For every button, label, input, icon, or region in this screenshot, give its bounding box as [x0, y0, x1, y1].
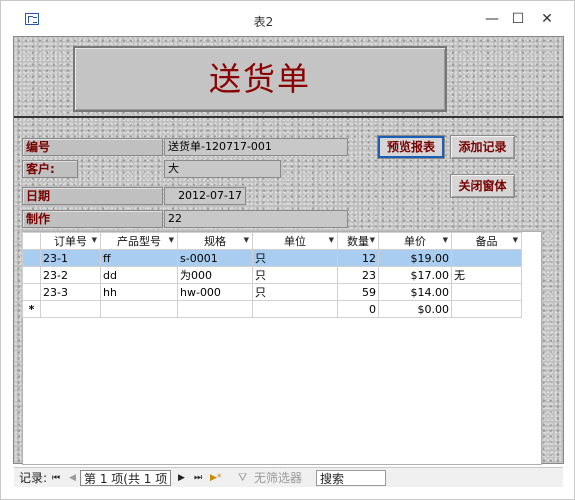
chevron-down-icon: ▼ [512, 236, 518, 244]
qty-cell[interactable]: 59 [337, 283, 379, 301]
maximize-button[interactable]: ☐ [509, 10, 527, 28]
model-cell[interactable]: ff [100, 249, 178, 267]
spare-cell[interactable] [451, 300, 522, 318]
spare-cell[interactable] [451, 283, 522, 301]
window-title: 表2 [253, 15, 274, 29]
column-header[interactable]: 规格 ▼ [177, 232, 253, 250]
spare-cell[interactable]: 无 [451, 266, 522, 284]
add-record-button[interactable]: 添加记录 [450, 135, 515, 159]
row-selector[interactable] [22, 266, 41, 284]
customer-field[interactable]: 大 [164, 160, 281, 178]
close-button[interactable]: ✕ [538, 10, 556, 28]
chevron-down-icon: ▼ [369, 236, 375, 244]
record-navigation-bar: 记录: ⏮ ◀ 第 1 项(共 1 项 ▶ ⏭ ▶* ⛛ 无筛选器 搜索 [14, 467, 563, 487]
chevron-down-icon: ▼ [328, 236, 334, 244]
last-record-icon[interactable]: ⏭ [194, 470, 202, 486]
column-header[interactable]: 单位 ▼ [252, 232, 338, 250]
unit-cell[interactable] [252, 300, 338, 318]
first-record-icon[interactable]: ⏮ [52, 470, 60, 486]
price-cell[interactable]: $0.00 [378, 300, 452, 318]
previous-record-icon[interactable]: ◀ [69, 470, 76, 486]
order-cell[interactable]: 23-2 [40, 266, 101, 284]
date-field[interactable]: 2012-07-17 [164, 187, 246, 205]
chevron-down-icon: ▼ [168, 236, 174, 244]
customer-label: 客户: [22, 160, 78, 178]
maker-field[interactable]: 22 [164, 210, 348, 228]
unit-cell[interactable]: 只 [252, 283, 338, 301]
model-cell[interactable]: dd [100, 266, 178, 284]
form-header: 送货单 [73, 46, 447, 112]
form-title: 送货单 [208, 60, 311, 98]
model-cell[interactable]: hh [100, 283, 178, 301]
next-record-icon[interactable]: ▶ [178, 470, 185, 486]
row-selector[interactable] [22, 249, 41, 267]
spec-cell[interactable]: 为000 [177, 266, 253, 284]
header-divider [14, 116, 563, 118]
order-cell[interactable]: 23-1 [40, 249, 101, 267]
price-cell[interactable]: $17.00 [378, 266, 452, 284]
select-all-cell[interactable] [22, 232, 41, 250]
spec-cell[interactable]: hw-000 [177, 283, 253, 301]
qty-cell[interactable]: 0 [337, 300, 379, 318]
number-label: 编号 [22, 138, 163, 156]
title-bar: 表2 — ☐ ✕ [1, 1, 573, 33]
row-selector[interactable] [22, 283, 41, 301]
no-filter-button[interactable]: 无筛选器 [254, 470, 302, 486]
maker-label: 制作 [22, 210, 163, 228]
column-header[interactable]: 备品 ▼ [451, 232, 522, 250]
qty-cell[interactable]: 12 [337, 249, 379, 267]
search-input[interactable]: 搜索 [316, 470, 386, 486]
number-field[interactable]: 送货单-120717-001 [164, 138, 348, 156]
chevron-down-icon: ▼ [91, 236, 97, 244]
spec-cell[interactable] [177, 300, 253, 318]
unit-cell[interactable]: 只 [252, 266, 338, 284]
new-record-row[interactable]: * 0 $0.00 [22, 300, 522, 318]
minimize-button[interactable]: — [483, 10, 501, 28]
new-record-icon[interactable]: ▶* [210, 470, 221, 486]
order-table: 订单号 ▼ 产品型号 ▼ 规格 ▼ 单位 ▼ 数量 ▼ 单价 ▼ 备品 ▼ 23-1 ff s… [22, 232, 522, 318]
column-header[interactable]: 数量 ▼ [337, 232, 379, 250]
chevron-down-icon: ▼ [243, 236, 249, 244]
close-form-button[interactable]: 关闭窗体 [450, 174, 515, 198]
date-label: 日期 [22, 187, 163, 205]
price-cell[interactable]: $19.00 [378, 249, 452, 267]
chevron-down-icon: ▼ [442, 236, 448, 244]
table-row[interactable]: 23-2 dd 为000 只 23 $17.00 无 [22, 266, 522, 284]
column-header[interactable]: 单价 ▼ [378, 232, 452, 250]
table-row[interactable]: 23-3 hh hw-000 只 59 $14.00 [22, 283, 522, 301]
spec-cell[interactable]: s-0001 [177, 249, 253, 267]
qty-cell[interactable]: 23 [337, 266, 379, 284]
column-header[interactable]: 产品型号 ▼ [100, 232, 178, 250]
spare-cell[interactable] [451, 249, 522, 267]
filter-icon[interactable]: ⛛ [238, 470, 247, 486]
table-row[interactable]: 23-1 ff s-0001 只 12 $19.00 [22, 249, 522, 267]
unit-cell[interactable]: 只 [252, 249, 338, 267]
table-header-row: 订单号 ▼ 产品型号 ▼ 规格 ▼ 单位 ▼ 数量 ▼ 单价 ▼ 备品 ▼ [22, 232, 522, 250]
record-label: 记录: [19, 471, 48, 485]
column-header[interactable]: 订单号 ▼ [40, 232, 101, 250]
order-cell[interactable] [40, 300, 101, 318]
model-cell[interactable] [100, 300, 178, 318]
order-cell[interactable]: 23-3 [40, 283, 101, 301]
new-record-marker: * [22, 300, 41, 318]
preview-report-button[interactable]: 预览报表 [377, 135, 445, 159]
current-record-box[interactable]: 第 1 项(共 1 项 [80, 470, 172, 486]
price-cell[interactable]: $14.00 [378, 283, 452, 301]
